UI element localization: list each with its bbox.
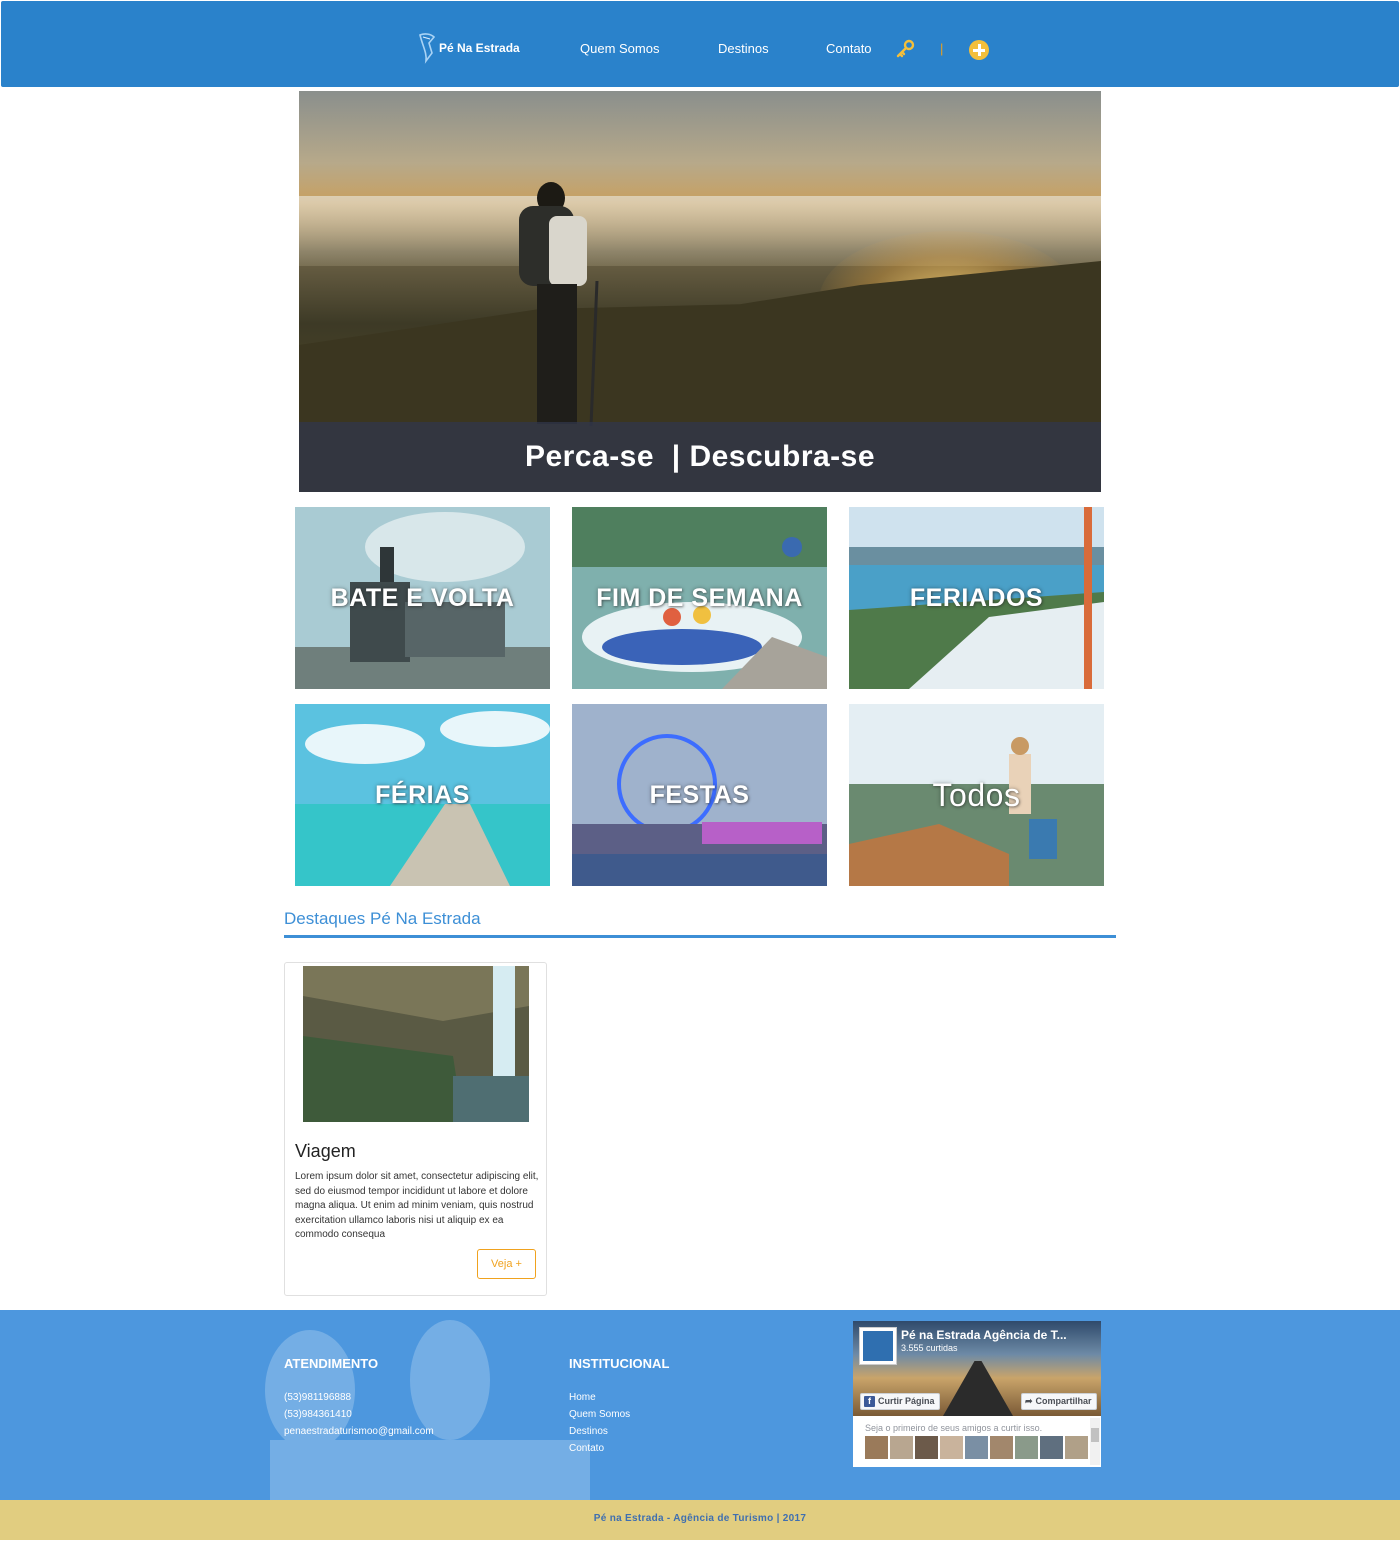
nav-destinos[interactable]: Destinos [718, 41, 769, 56]
footer-link-contato[interactable]: Contato [569, 1443, 604, 1454]
footer-phone-1: (53)981196888 [284, 1392, 352, 1403]
facebook-share-button[interactable]: ➦ Compartilhar [1021, 1393, 1097, 1410]
category-label: FIM DE SEMANA [596, 583, 803, 612]
category-label: Todos [932, 776, 1021, 813]
avatar[interactable] [915, 1436, 938, 1459]
card-text: Lorem ipsum dolor sit amet, consectetur … [295, 1171, 539, 1240]
nav-separator: | [940, 41, 944, 56]
category-tile-ferias[interactable]: FÉRIAS [295, 704, 550, 886]
highlights-title: Destaques Pé Na Estrada [284, 909, 481, 928]
category-tile-feriados[interactable]: FERIADOS [849, 507, 1104, 689]
avatar[interactable] [1040, 1436, 1063, 1459]
footer-background-image [265, 1320, 590, 1500]
plus-circle-icon[interactable] [969, 40, 989, 60]
hero-banner: Perca-se | Descubra-se [299, 91, 1101, 492]
card-title: Viagem [295, 1141, 356, 1161]
copyright-bar: Pé na Estrada - Agência de Turismo | 201… [0, 1500, 1400, 1540]
category-label: FÉRIAS [375, 780, 470, 809]
facebook-page-name[interactable]: Pé na Estrada Agência de T... [901, 1328, 1067, 1342]
logo-pin-icon [419, 33, 436, 64]
facebook-page-widget: Pé na Estrada Agência de T... 3.555 curt… [853, 1321, 1101, 1467]
see-more-button[interactable]: Veja + [477, 1249, 536, 1279]
facebook-likes-count: 3.555 curtidas [901, 1343, 958, 1353]
facebook-icon: f [864, 1396, 875, 1407]
avatar[interactable] [1015, 1436, 1038, 1459]
footer-link-quem-somos[interactable]: Quem Somos [569, 1409, 630, 1420]
footer-atendimento-title: ATENDIMENTO [284, 1356, 379, 1371]
site-header: Pé Na Estrada Quem Somos Destinos Contat… [1, 1, 1399, 87]
logo-text: Pé Na Estrada [439, 41, 520, 55]
avatar[interactable] [990, 1436, 1013, 1459]
category-label: FESTAS [649, 780, 750, 809]
category-tile-todos[interactable]: Todos [849, 704, 1104, 886]
avatar[interactable] [940, 1436, 963, 1459]
nav-contato[interactable]: Contato [826, 41, 872, 56]
waterfall-image [303, 966, 529, 1122]
category-tile-festas[interactable]: FESTAS [572, 704, 827, 886]
category-tile-bate-e-volta[interactable]: BATE E VOLTA [295, 507, 550, 689]
highlight-card: Viagem Lorem ipsum dolor sit amet, conse… [284, 962, 547, 1296]
share-arrow-icon: ➦ [1025, 1396, 1033, 1406]
facebook-page-avatar[interactable] [859, 1327, 897, 1365]
site-footer: ATENDIMENTO (53)981196888 (53)984361410 … [0, 1310, 1400, 1500]
avatar[interactable] [965, 1436, 988, 1459]
avatar[interactable] [890, 1436, 913, 1459]
hero-caption: Perca-se | Descubra-se [299, 422, 1101, 492]
facebook-like-button[interactable]: f Curtir Página [860, 1393, 940, 1410]
facebook-share-label: Compartilhar [1035, 1396, 1092, 1406]
facebook-scrollbar[interactable] [1090, 1418, 1100, 1465]
highlights-divider [284, 935, 1116, 938]
footer-email[interactable]: penaestradaturismoo@gmail.com [284, 1426, 434, 1437]
category-label: BATE E VOLTA [330, 583, 515, 612]
footer-phone-2: (53)984361410 [284, 1409, 352, 1420]
hiker-image [519, 182, 599, 426]
footer-link-destinos[interactable]: Destinos [569, 1426, 608, 1437]
facebook-like-label: Curtir Página [878, 1396, 935, 1406]
footer-link-home[interactable]: Home [569, 1392, 596, 1403]
facebook-friends-text: Seja o primeiro de seus amigos a curtir … [865, 1423, 1043, 1433]
avatar[interactable] [865, 1436, 888, 1459]
footer-institucional-title: INSTITUCIONAL [569, 1356, 670, 1371]
site-logo[interactable]: Pé Na Estrada [417, 31, 520, 65]
category-label: FERIADOS [909, 583, 1044, 612]
nav-quem-somos[interactable]: Quem Somos [580, 41, 659, 56]
facebook-friends-box: Seja o primeiro de seus amigos a curtir … [853, 1416, 1101, 1467]
category-tile-fim-de-semana[interactable]: FIM DE SEMANA [572, 507, 827, 689]
key-icon[interactable] [895, 39, 915, 59]
facebook-friend-avatars [865, 1436, 1088, 1459]
avatar[interactable] [1065, 1436, 1088, 1459]
